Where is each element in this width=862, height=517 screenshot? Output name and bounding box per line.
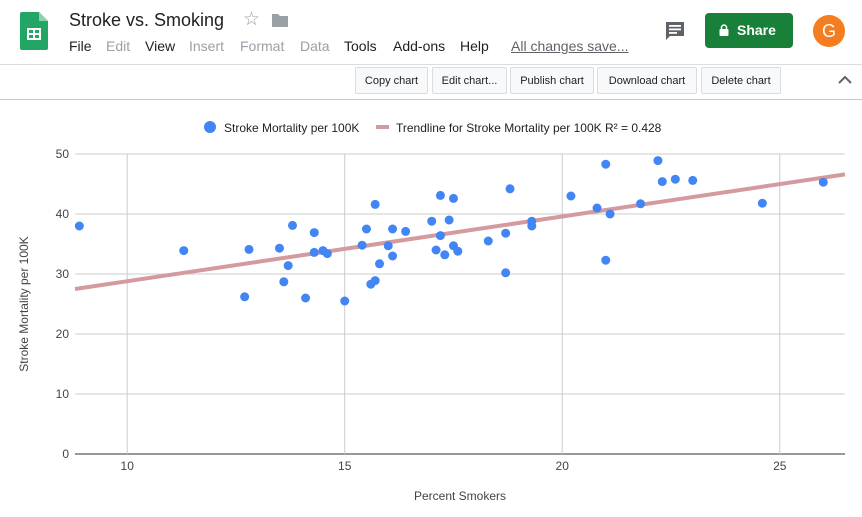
x-axis-ticks: 10 15 20 25 xyxy=(121,459,787,473)
y-tick-label: 20 xyxy=(56,327,70,341)
chart-legend: Stroke Mortality per 100K Trendline for … xyxy=(204,121,662,135)
scatter-chart[interactable]: 0 10 20 30 40 50 10 15 20 25 Stroke Mortality pe… xyxy=(0,100,862,517)
menu-tools[interactable]: Tools xyxy=(344,38,377,54)
menu-add-ons[interactable]: Add-ons xyxy=(393,38,445,54)
share-label: Share xyxy=(737,22,776,38)
document-title[interactable]: Stroke vs. Smoking xyxy=(69,10,224,31)
y-tick-label: 50 xyxy=(56,147,70,161)
data-point xyxy=(435,231,445,241)
publish-chart-button[interactable]: Publish chart xyxy=(510,67,594,94)
data-point xyxy=(501,268,511,278)
data-point xyxy=(179,246,189,256)
data-point xyxy=(279,277,289,287)
data-point xyxy=(435,190,445,200)
data-point xyxy=(657,177,667,187)
share-button[interactable]: Share xyxy=(705,13,793,48)
data-point xyxy=(288,220,298,230)
data-point xyxy=(370,276,380,286)
data-point xyxy=(322,249,332,259)
chevron-up-icon[interactable] xyxy=(838,75,852,85)
data-point xyxy=(361,224,371,234)
chart-grid xyxy=(75,153,845,455)
data-point xyxy=(688,175,698,185)
x-axis-label: Percent Smokers xyxy=(414,489,506,503)
data-point xyxy=(505,184,515,194)
data-point xyxy=(605,209,615,219)
legend-trendline-label: Trendline for Stroke Mortality per 100K … xyxy=(396,121,662,135)
legend-trendline-marker xyxy=(376,125,389,129)
trendline xyxy=(74,172,846,291)
data-point xyxy=(388,251,398,261)
x-tick-label: 25 xyxy=(773,459,787,473)
data-point xyxy=(244,244,254,254)
data-point xyxy=(670,174,680,184)
data-point xyxy=(383,241,393,251)
menu-edit[interactable]: Edit xyxy=(106,38,130,54)
menu-file[interactable]: File xyxy=(69,38,92,54)
data-point xyxy=(431,245,441,255)
data-point xyxy=(653,156,663,166)
data-point xyxy=(818,177,828,187)
delete-chart-button[interactable]: Delete chart xyxy=(701,67,781,94)
y-axis-ticks: 0 10 20 30 40 50 xyxy=(56,147,70,461)
data-point xyxy=(448,193,458,203)
x-tick-label: 15 xyxy=(338,459,352,473)
data-point xyxy=(309,228,319,238)
edit-chart-button[interactable]: Edit chart... xyxy=(432,67,507,94)
data-point xyxy=(453,246,463,256)
lock-icon xyxy=(719,24,729,36)
star-icon[interactable]: ☆ xyxy=(243,9,260,31)
data-point xyxy=(388,224,398,234)
data-point xyxy=(501,228,511,238)
data-point xyxy=(357,240,367,250)
y-tick-label: 10 xyxy=(56,387,70,401)
data-point xyxy=(601,255,611,265)
data-point xyxy=(636,199,646,209)
y-tick-label: 0 xyxy=(62,447,69,461)
data-point xyxy=(309,247,319,257)
app-header: Stroke vs. Smoking ☆ File Edit View Inse… xyxy=(0,0,862,64)
data-point xyxy=(566,191,576,201)
data-point xyxy=(274,243,284,253)
data-point xyxy=(74,221,84,231)
menu-view[interactable]: View xyxy=(145,38,175,54)
data-point xyxy=(757,198,767,208)
comment-icon[interactable] xyxy=(665,21,685,41)
legend-series-marker xyxy=(204,121,216,133)
data-point xyxy=(601,159,611,169)
chart-toolbar: Copy chart Edit chart... Publish chart D… xyxy=(0,65,862,101)
x-tick-label: 10 xyxy=(121,459,135,473)
menu-insert[interactable]: Insert xyxy=(189,38,224,54)
data-point xyxy=(440,250,450,260)
y-tick-label: 40 xyxy=(56,207,70,221)
data-point xyxy=(592,203,602,213)
x-tick-label: 20 xyxy=(556,459,570,473)
folder-icon[interactable] xyxy=(272,13,288,27)
menu-data[interactable]: Data xyxy=(300,38,330,54)
download-chart-button[interactable]: Download chart xyxy=(597,67,697,94)
y-tick-label: 30 xyxy=(56,267,70,281)
y-axis-label: Stroke Mortality per 100K xyxy=(17,236,31,371)
data-point xyxy=(301,293,311,303)
data-point xyxy=(340,296,350,306)
copy-chart-button[interactable]: Copy chart xyxy=(355,67,428,94)
data-point xyxy=(375,259,385,269)
data-points xyxy=(74,156,828,306)
save-status-link[interactable]: All changes save... xyxy=(511,38,629,54)
data-point xyxy=(527,221,537,231)
data-point xyxy=(240,292,250,302)
avatar[interactable]: G xyxy=(813,15,845,47)
sheets-logo-icon[interactable] xyxy=(20,12,48,50)
legend-series-label: Stroke Mortality per 100K xyxy=(224,121,359,135)
data-point xyxy=(427,216,437,226)
data-point xyxy=(483,236,493,246)
data-point xyxy=(283,261,293,271)
data-point xyxy=(370,199,380,209)
data-point xyxy=(444,215,454,225)
menu-help[interactable]: Help xyxy=(460,38,489,54)
menu-format[interactable]: Format xyxy=(240,38,284,54)
data-point xyxy=(401,226,411,236)
